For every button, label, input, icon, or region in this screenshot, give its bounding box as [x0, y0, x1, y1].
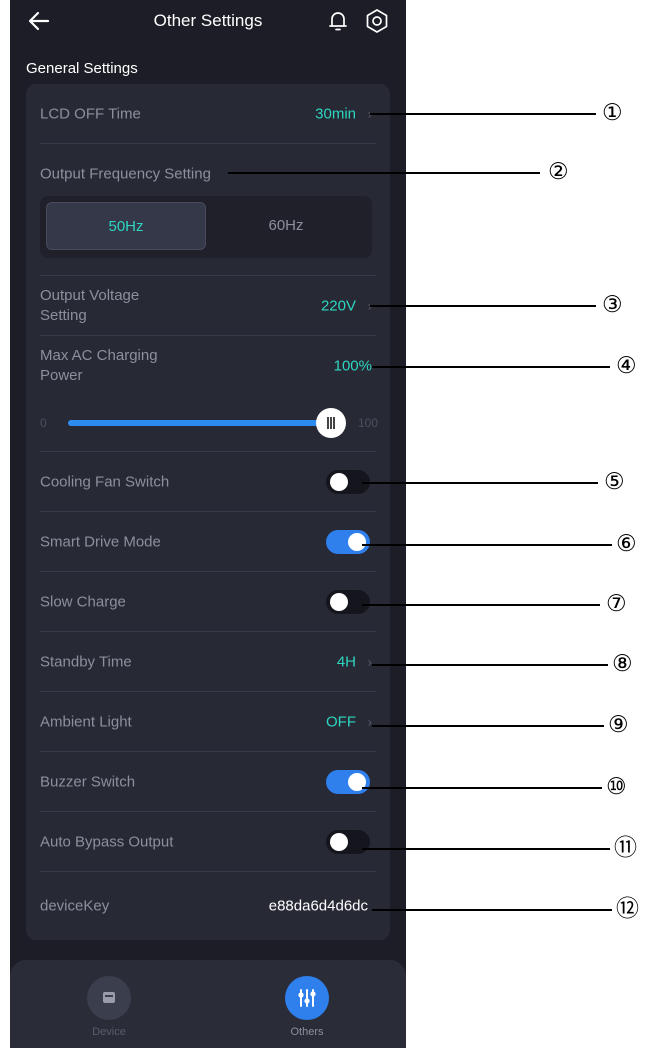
max-ac-charging-value: 100% [333, 357, 372, 375]
standby-time-row[interactable]: Standby Time 4H › [40, 632, 376, 692]
callout-line [372, 664, 608, 666]
callout-number: ⑤ [604, 469, 625, 495]
settings-card: LCD OFF Time 30min › Output Frequency Se… [26, 84, 390, 940]
slider-thumb[interactable] [316, 408, 346, 438]
callout-number: ⑪ [614, 835, 637, 861]
slow-charge-label: Slow Charge [40, 593, 126, 611]
frequency-option-50hz[interactable]: 50Hz [46, 202, 206, 250]
callout-number: ② [548, 159, 569, 185]
app-screen: Other Settings General Settings LCD OFF … [10, 0, 406, 1048]
slider-min-label: 0 [40, 416, 47, 430]
callout-number: ⑫ [616, 896, 639, 922]
auto-bypass-row: Auto Bypass Output [40, 812, 376, 872]
device-key-label: deviceKey [40, 897, 110, 915]
slow-charge-toggle[interactable] [326, 590, 370, 614]
cooling-fan-label: Cooling Fan Switch [40, 473, 170, 491]
standby-time-value: 4H [336, 653, 356, 671]
smart-drive-row: Smart Drive Mode [40, 512, 376, 572]
ambient-light-row[interactable]: Ambient Light OFF › [40, 692, 376, 752]
max-ac-charging-label: Max AC Charging Power [40, 347, 158, 384]
output-voltage-value: 220V [320, 297, 356, 315]
callout-line [372, 725, 604, 727]
callout-line [362, 544, 612, 546]
output-frequency-label: Output Frequency Setting [40, 165, 211, 183]
callout-line [362, 604, 600, 606]
frequency-option-60hz[interactable]: 60Hz [206, 202, 366, 250]
lcd-off-time-label: LCD OFF Time [40, 105, 141, 123]
header-bar: Other Settings [10, 0, 406, 44]
callout-line [228, 172, 540, 174]
max-ac-slider: 0 100 [40, 398, 378, 450]
slow-charge-row: Slow Charge [40, 572, 376, 632]
device-key-row: deviceKey e88da6d4d6dc [40, 876, 376, 936]
output-voltage-row[interactable]: Output Voltage Setting 220V › [40, 276, 376, 336]
callout-line [362, 482, 598, 484]
device-icon [103, 992, 115, 1003]
slider-track[interactable] [68, 420, 332, 426]
callout-number: ⑧ [612, 651, 633, 677]
callout-line [372, 366, 610, 368]
output-voltage-label: Output Voltage Setting [40, 287, 140, 324]
others-tab-circle [285, 976, 329, 1020]
auto-bypass-toggle[interactable] [326, 830, 370, 854]
bell-icon[interactable] [326, 9, 350, 33]
callout-number: ⑥ [616, 531, 637, 557]
device-key-value: e88da6d4d6dc [268, 897, 368, 915]
chevron-right-icon: › [367, 714, 372, 730]
section-title-general: General Settings [26, 60, 138, 77]
callout-number: ④ [616, 353, 637, 379]
tab-others[interactable]: Others [252, 960, 362, 1048]
device-tab-circle [87, 976, 131, 1020]
callout-line [362, 848, 610, 850]
slider-fill [68, 420, 332, 426]
ambient-light-value: OFF [326, 713, 356, 731]
callout-number: ⑦ [606, 591, 627, 617]
tab-device-label: Device [92, 1026, 126, 1038]
chevron-right-icon: › [367, 654, 372, 670]
callout-line [362, 787, 602, 789]
divider [40, 871, 376, 872]
buzzer-row: Buzzer Switch [40, 752, 376, 812]
toggle-knob [348, 533, 366, 551]
tab-others-label: Others [290, 1026, 324, 1038]
callout-line [370, 305, 596, 307]
callout-line [370, 113, 596, 115]
toggle-knob [330, 833, 348, 851]
smart-drive-label: Smart Drive Mode [40, 533, 161, 551]
ambient-light-label: Ambient Light [40, 713, 132, 731]
tab-device[interactable]: Device [54, 960, 164, 1048]
callout-number: ⑨ [608, 712, 629, 738]
toggle-knob [330, 473, 348, 491]
callout-number: ① [602, 100, 623, 126]
callout-number: ③ [602, 292, 623, 318]
frequency-segmented-control: 50Hz 60Hz [40, 196, 372, 258]
callout-number: ⑩ [606, 774, 627, 800]
lcd-off-time-row[interactable]: LCD OFF Time 30min › [40, 84, 376, 144]
callout-line [372, 909, 612, 911]
toggle-knob [330, 593, 348, 611]
sliders-icon [298, 989, 316, 1007]
smart-drive-toggle[interactable] [326, 530, 370, 554]
buzzer-label: Buzzer Switch [40, 773, 136, 791]
gear-icon[interactable] [364, 8, 390, 34]
standby-time-label: Standby Time [40, 653, 132, 671]
auto-bypass-label: Auto Bypass Output [40, 833, 174, 851]
bottom-tab-bar: Device Others [10, 960, 406, 1048]
slider-max-label: 100 [357, 416, 378, 430]
buzzer-toggle[interactable] [326, 770, 370, 794]
lcd-off-time-value: 30min [315, 105, 356, 123]
cooling-fan-row: Cooling Fan Switch [40, 452, 376, 512]
